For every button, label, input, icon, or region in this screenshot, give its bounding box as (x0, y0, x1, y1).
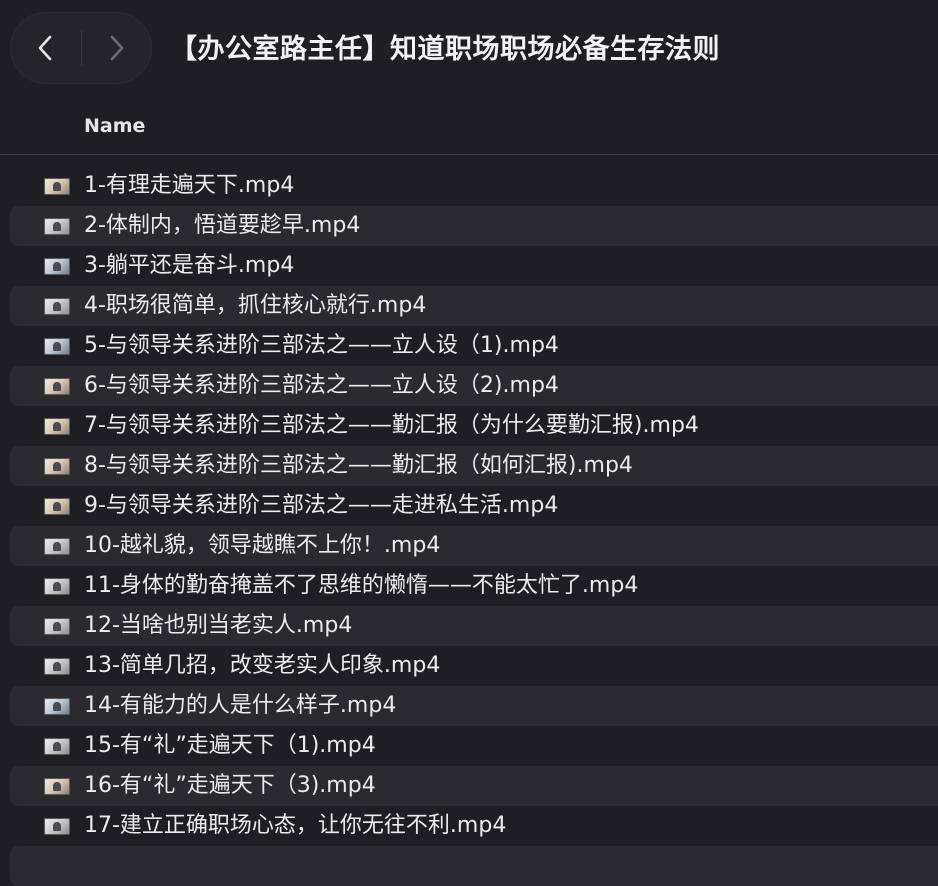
file-name: 11-身体的勤奋掩盖不了思维的懒惰——不能太忙了.mp4 (84, 573, 639, 598)
video-thumbnail-icon (44, 738, 70, 755)
file-name: 13-简单几招，改变老实人印象.mp4 (84, 653, 441, 678)
file-name: 12-当啥也别当老实人.mp4 (84, 613, 353, 638)
file-row[interactable]: 15-有“礼”走遍天下（1).mp4 (10, 726, 938, 766)
window-title: 【办公室路主任】知道职场职场必备生存法则 (170, 34, 720, 65)
file-name: 17-建立正确职场心态，让你无往不利.mp4 (84, 813, 507, 838)
file-row[interactable]: 2-体制内，悟道要趁早.mp4 (10, 206, 938, 246)
video-thumbnail-icon (44, 618, 70, 635)
video-thumbnail-icon (44, 378, 70, 395)
file-name: 14-有能力的人是什么样子.mp4 (84, 693, 397, 718)
video-thumbnail-icon (44, 458, 70, 475)
navigation-buttons (10, 12, 152, 84)
file-row[interactable]: 6-与领导关系进阶三部法之——立人设（2).mp4 (10, 366, 938, 406)
window-toolbar: 【办公室路主任】知道职场职场必备生存法则 (0, 0, 938, 100)
file-row[interactable]: 8-与领导关系进阶三部法之——勤汇报（如何汇报).mp4 (10, 446, 938, 486)
file-name: 15-有“礼”走遍天下（1).mp4 (84, 733, 376, 758)
file-row[interactable]: 5-与领导关系进阶三部法之——立人设（1).mp4 (10, 326, 938, 366)
file-row[interactable]: 16-有“礼”走遍天下（3).mp4 (10, 766, 938, 806)
file-row[interactable]: 9-与领导关系进阶三部法之——走进私生活.mp4 (10, 486, 938, 526)
column-header-name[interactable]: Name (84, 115, 145, 137)
video-thumbnail-icon (44, 338, 70, 355)
file-row[interactable]: 1-有理走遍天下.mp4 (10, 166, 938, 206)
video-thumbnail-icon (44, 218, 70, 235)
file-name: 16-有“礼”走遍天下（3).mp4 (84, 773, 376, 798)
file-row[interactable]: 17-建立正确职场心态，让你无往不利.mp4 (10, 806, 938, 846)
column-header-bar: Name (0, 100, 938, 155)
video-thumbnail-icon (44, 418, 70, 435)
back-button[interactable] (10, 12, 80, 84)
video-thumbnail-icon (44, 538, 70, 555)
file-row[interactable]: 10-越礼貌，领导越瞧不上你！.mp4 (10, 526, 938, 566)
file-name: 8-与领导关系进阶三部法之——勤汇报（如何汇报).mp4 (84, 453, 633, 478)
file-row[interactable]: 12-当啥也别当老实人.mp4 (10, 606, 938, 646)
video-thumbnail-icon (44, 178, 70, 195)
file-row[interactable]: 14-有能力的人是什么样子.mp4 (10, 686, 938, 726)
file-name: 6-与领导关系进阶三部法之——立人设（2).mp4 (84, 373, 559, 398)
video-thumbnail-icon (44, 258, 70, 275)
forward-button[interactable] (82, 12, 152, 84)
file-list: 1-有理走遍天下.mp4 2-体制内，悟道要趁早.mp4 3-躺平还是奋斗.mp… (0, 166, 938, 886)
file-row[interactable]: 7-与领导关系进阶三部法之——勤汇报（为什么要勤汇报).mp4 (10, 406, 938, 446)
video-thumbnail-icon (44, 778, 70, 795)
file-name: 4-职场很简单，抓住核心就行.mp4 (84, 293, 427, 318)
file-name: 1-有理走遍天下.mp4 (84, 173, 295, 198)
file-name: 2-体制内，悟道要趁早.mp4 (84, 213, 361, 238)
file-name: 7-与领导关系进阶三部法之——勤汇报（为什么要勤汇报).mp4 (84, 413, 699, 438)
file-name: 3-躺平还是奋斗.mp4 (84, 253, 295, 278)
video-thumbnail-icon (44, 698, 70, 715)
video-thumbnail-icon (44, 498, 70, 515)
chevron-left-icon (38, 35, 52, 61)
video-thumbnail-icon (44, 658, 70, 675)
chevron-right-icon (110, 35, 124, 61)
video-thumbnail-icon (44, 818, 70, 835)
file-row[interactable]: 4-职场很简单，抓住核心就行.mp4 (10, 286, 938, 326)
file-name: 10-越礼貌，领导越瞧不上你！.mp4 (84, 533, 441, 558)
file-name: 5-与领导关系进阶三部法之——立人设（1).mp4 (84, 333, 559, 358)
file-name: 9-与领导关系进阶三部法之——走进私生活.mp4 (84, 493, 559, 518)
empty-row (10, 846, 938, 886)
video-thumbnail-icon (44, 298, 70, 315)
file-row[interactable]: 3-躺平还是奋斗.mp4 (10, 246, 938, 286)
file-row[interactable]: 13-简单几招，改变老实人印象.mp4 (10, 646, 938, 686)
file-row[interactable]: 11-身体的勤奋掩盖不了思维的懒惰——不能太忙了.mp4 (10, 566, 938, 606)
video-thumbnail-icon (44, 578, 70, 595)
